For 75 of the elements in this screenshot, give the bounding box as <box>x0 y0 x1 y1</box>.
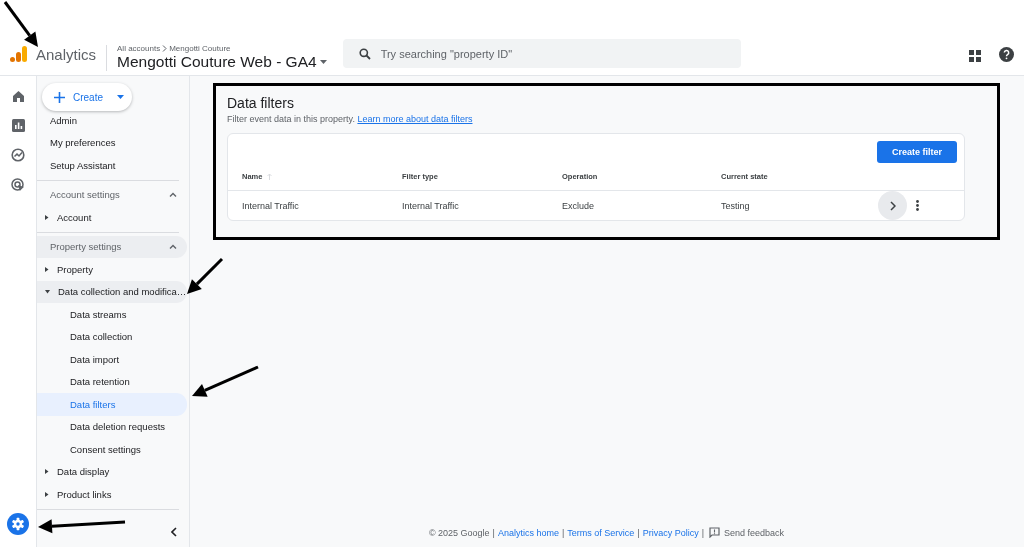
group-label: Account <box>57 211 92 223</box>
menu-item[interactable]: Data filters <box>37 393 187 416</box>
table-cell-text: Internal Traffic <box>242 200 300 211</box>
menu-item[interactable]: Data import <box>37 348 187 371</box>
separator: | <box>701 527 705 538</box>
separator: | <box>637 527 640 538</box>
caret-right-icon <box>45 214 49 220</box>
menu-item[interactable]: Data deletion requests <box>37 415 187 438</box>
analytics-logo-icon <box>10 45 28 63</box>
feedback-link[interactable]: Send feedback <box>724 527 785 538</box>
menu-group[interactable]: Property <box>37 258 187 281</box>
group-label: Property <box>57 263 93 275</box>
separator: | <box>561 527 565 538</box>
footer-link[interactable]: Analytics home <box>497 527 559 538</box>
menu-item[interactable]: Consent settings <box>37 438 187 461</box>
table-cell-text: Exclude <box>562 200 596 211</box>
annotation-arrow <box>187 257 224 294</box>
search-field[interactable]: Try searching "property ID" <box>342 39 741 68</box>
annotation-arrow <box>192 365 259 397</box>
product-name: Analytics <box>36 45 97 63</box>
menu-group[interactable]: Product links <box>37 483 187 506</box>
chevron-up-icon <box>169 244 177 250</box>
copyright-text: © 2025 Google <box>428 527 490 538</box>
annotation-arrow <box>3 1 38 47</box>
create-button[interactable]: Create <box>42 83 132 111</box>
dropdown-icon <box>117 95 124 99</box>
learn-more-link[interactable]: Learn more about data filters <box>357 114 473 124</box>
create-filter-button[interactable]: Create filter <box>877 141 957 163</box>
help-icon[interactable] <box>999 47 1014 62</box>
apps-grid-icon[interactable] <box>969 50 981 62</box>
caret-right-icon <box>45 491 49 497</box>
search-icon <box>358 47 371 60</box>
property-name[interactable]: Mengotti Couture Web - GA4 <box>117 53 317 71</box>
breadcrumb-item[interactable]: All accounts <box>117 44 161 53</box>
group-label: Data display <box>57 466 110 478</box>
group-label: Data collection and modifica… <box>58 286 187 298</box>
group-label: Product links <box>57 488 112 500</box>
home-icon[interactable] <box>11 90 25 103</box>
open-row-button[interactable] <box>878 191 907 220</box>
menu-item[interactable]: Data collection <box>37 325 187 348</box>
chevron-up-icon <box>169 192 177 198</box>
caret-right-icon <box>45 469 49 475</box>
breadcrumb-item[interactable]: Mengotti Couture <box>169 44 231 53</box>
more-vert-icon[interactable] <box>916 200 919 211</box>
feedback-icon[interactable] <box>709 527 721 538</box>
plus-icon <box>54 91 65 103</box>
target-cursor-icon[interactable] <box>11 178 25 192</box>
chevron-right-icon <box>162 45 168 52</box>
table-cell-text: Testing <box>721 200 751 211</box>
footer-link[interactable]: Terms of Service <box>567 527 635 538</box>
section-header[interactable]: Property settings <box>37 235 187 258</box>
bar-chart-icon[interactable] <box>11 119 25 132</box>
menu-item[interactable]: My preferences <box>37 131 189 154</box>
menu-item[interactable]: Data retention <box>37 370 187 393</box>
caret-down-icon <box>45 289 50 294</box>
table-cell-text: Internal Traffic <box>402 200 460 211</box>
separator: | <box>492 527 495 538</box>
menu-item[interactable]: Data streams <box>37 303 187 326</box>
menu-group[interactable]: Data collection and modifica… <box>37 280 187 303</box>
dropdown-icon[interactable] <box>319 60 327 64</box>
section-title: Account settings <box>50 189 120 201</box>
caret-right-icon <box>45 266 49 272</box>
footer-link[interactable]: Privacy Policy <box>642 527 699 538</box>
menu-item[interactable]: Setup Assistant <box>37 154 189 177</box>
section-header[interactable]: Account settings <box>37 183 187 206</box>
collapse-chevron-icon[interactable] <box>171 527 177 537</box>
settings-icon[interactable] <box>7 513 29 535</box>
menu-item[interactable]: Admin <box>37 109 189 132</box>
section-title: Property settings <box>50 241 122 253</box>
page-description: Filter event data in this property. Learn more about data filters <box>227 114 474 124</box>
page-title: Data filters <box>227 95 295 111</box>
trend-circle-icon[interactable] <box>11 148 25 162</box>
chevron-right-icon <box>889 200 896 211</box>
menu-group[interactable]: Data display <box>37 460 187 483</box>
menu-group[interactable]: Account <box>37 206 187 229</box>
